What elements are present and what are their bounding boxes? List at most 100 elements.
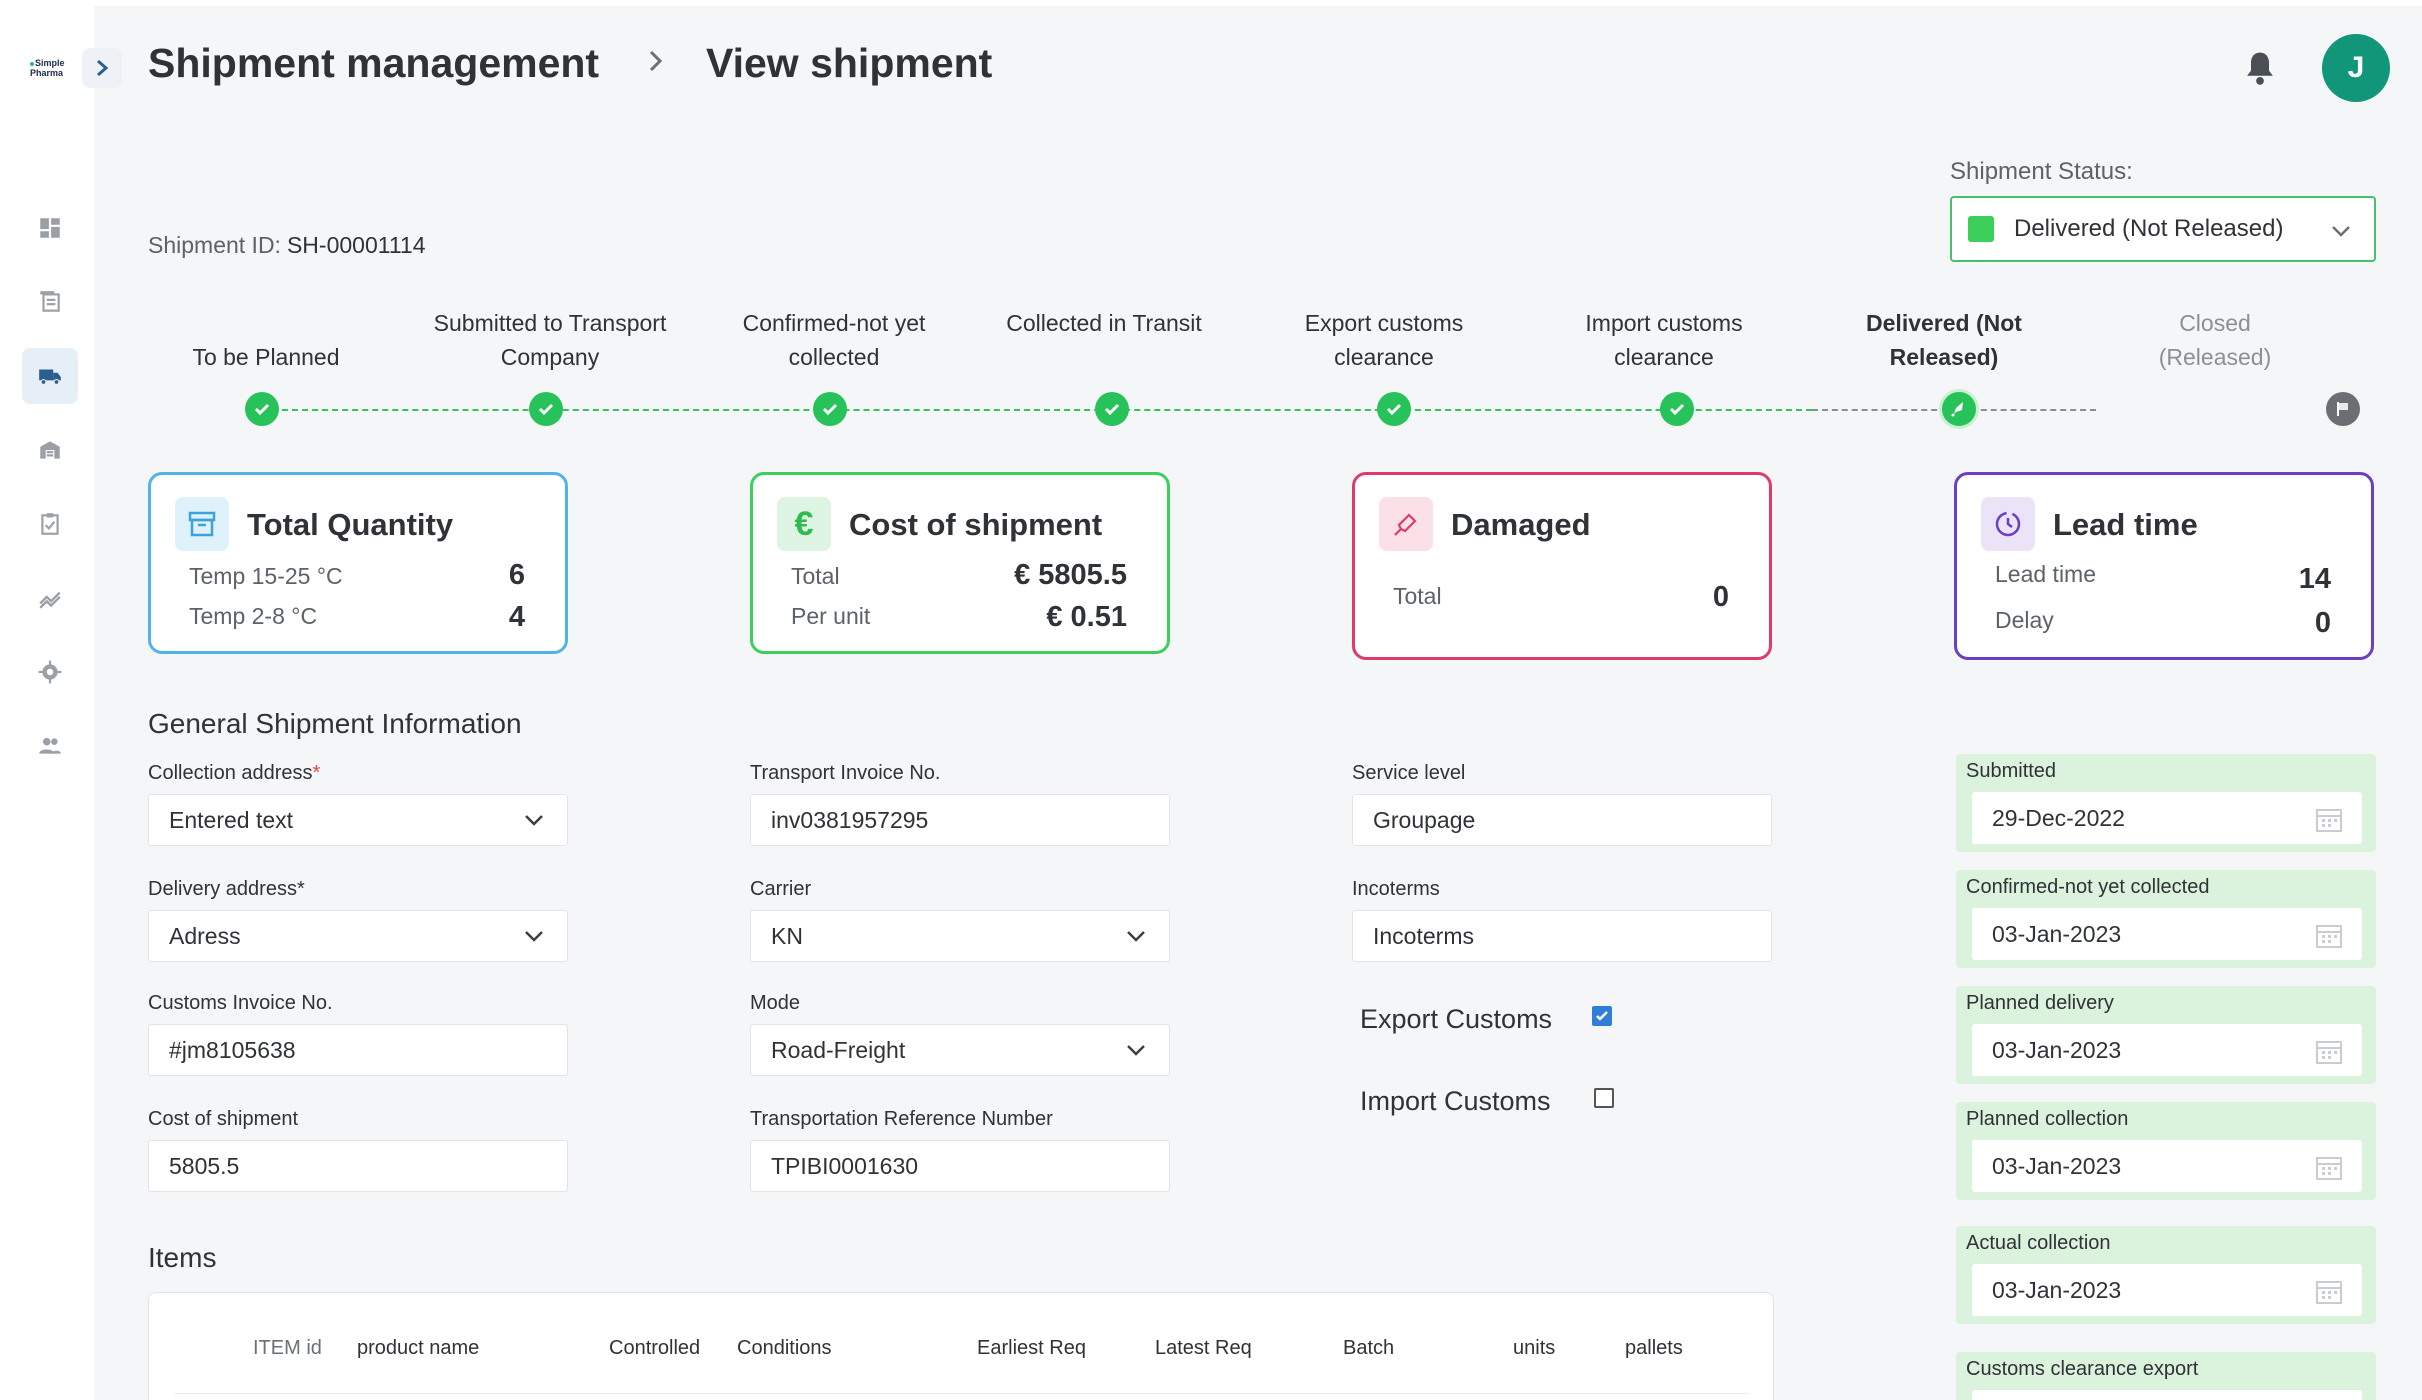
check-icon	[1596, 1011, 1608, 1021]
customs-invoice-value: #jm8105638	[169, 1036, 296, 1063]
date-value: 03-Jan-2023	[1992, 920, 2122, 947]
step-label: Submitted to Transport Company	[433, 310, 667, 370]
import-customs-label: Import Customs	[1360, 1086, 1551, 1116]
cost-of-shipment-label: Cost of shipment	[148, 1108, 299, 1130]
sidebar-item-tasks[interactable]	[22, 496, 78, 552]
date-input[interactable]: 03-Jan-2023	[1972, 1264, 2362, 1316]
step-label: Closed (Released)	[2158, 310, 2272, 370]
bell-icon[interactable]	[2244, 50, 2276, 86]
chevron-down-icon	[525, 815, 543, 826]
clock-icon	[1981, 497, 2035, 551]
calendar-icon[interactable]	[2314, 1036, 2344, 1066]
step-done-dot	[1377, 392, 1411, 426]
step-label: Import customs clearance	[1585, 310, 1743, 370]
truck-icon	[39, 369, 61, 385]
chevron-down-icon	[1127, 1045, 1145, 1056]
documents-icon	[40, 291, 60, 312]
card-row-label: Total	[1393, 583, 1442, 609]
incoterms-label: Incoterms	[1352, 878, 1440, 900]
card-title: Total Quantity	[247, 507, 454, 542]
check-icon	[1104, 403, 1120, 416]
column-header[interactable]: Earliest Req	[977, 1337, 1086, 1360]
items-title: Items	[148, 1242, 217, 1273]
calendar-icon[interactable]	[2314, 1276, 2344, 1306]
rocket-icon	[1951, 402, 1963, 417]
sidebar-item-dashboard[interactable]	[22, 200, 78, 256]
step-current-dot	[1939, 389, 1979, 429]
calendar-icon[interactable]	[2314, 1152, 2344, 1182]
delivery-address-label: Delivery address*	[148, 878, 305, 900]
avatar[interactable]: J	[2322, 34, 2390, 102]
dashboard-icon	[40, 218, 60, 238]
customs-invoice-input[interactable]: #jm8105638	[148, 1024, 568, 1076]
breadcrumb-shipment-management[interactable]: Shipment management	[148, 40, 599, 87]
expand-sidebar-button[interactable]	[82, 48, 122, 88]
column-header[interactable]: pallets	[1625, 1337, 1683, 1360]
step-done-dot	[813, 392, 847, 426]
collection-address-label-text: Collection address	[148, 762, 313, 784]
incoterms-value: Incoterms	[1373, 922, 1474, 949]
check-icon	[254, 403, 270, 416]
mode-label: Mode	[750, 992, 801, 1014]
column-header[interactable]: Latest Req	[1155, 1337, 1252, 1360]
card-row-value: € 0.51	[1046, 601, 1127, 633]
date-label: Actual collection	[1966, 1232, 2111, 1254]
date-input[interactable]	[1972, 1390, 2362, 1400]
cost-of-shipment-input[interactable]: 5805.5	[148, 1140, 568, 1192]
damaged-card: Damaged Total 0	[1352, 472, 1772, 660]
step-done-dot	[529, 392, 563, 426]
column-header[interactable]: product name	[357, 1337, 479, 1360]
sidebar-item-settings[interactable]	[22, 644, 78, 700]
card-row-label: Temp 2-8 °C	[189, 603, 318, 629]
card-row-label: Delay	[1995, 607, 2054, 633]
date-label: Confirmed-not yet collected	[1966, 876, 2210, 898]
export-customs-label: Export Customs	[1360, 1004, 1553, 1034]
column-header[interactable]: ITEM id	[253, 1337, 322, 1360]
column-header[interactable]: Controlled	[609, 1337, 700, 1360]
shipment-status-label: Shipment Status:	[1950, 158, 2133, 185]
date-input[interactable]: 03-Jan-2023	[1972, 1140, 2362, 1192]
sidebar-item-users[interactable]	[22, 718, 78, 774]
step-label: Confirmed-not yet collected	[742, 310, 926, 370]
import-customs-checkbox[interactable]	[1594, 1088, 1614, 1108]
mode-select[interactable]: Road-Freight	[750, 1024, 1170, 1076]
step-done-dot	[1095, 392, 1129, 426]
sidebar-item-shipments[interactable]	[22, 348, 78, 404]
check-icon	[1386, 403, 1402, 416]
export-customs-checkbox[interactable]	[1592, 1006, 1612, 1026]
date-confirmed: Confirmed-not yet collected 03-Jan-2023	[1956, 870, 2376, 968]
general-info-title: General Shipment Information	[148, 708, 522, 739]
incoterms-input[interactable]: Incoterms	[1352, 910, 1772, 962]
card-row-value: € 5805.5	[1014, 559, 1127, 591]
service-level-label: Service level	[1352, 762, 1466, 784]
date-input[interactable]: 29-Dec-2022	[1972, 792, 2362, 844]
sidebar-item-analytics[interactable]	[22, 570, 78, 626]
trending-icon	[39, 591, 61, 609]
customs-invoice-label: Customs Invoice No.	[148, 992, 333, 1014]
delivery-address-select[interactable]: Adress	[148, 910, 568, 962]
top-bar: Shipment management View shipment J	[94, 6, 2422, 126]
transport-invoice-label: Transport Invoice No.	[750, 762, 941, 784]
calendar-icon[interactable]	[2314, 804, 2344, 834]
flag-icon	[2337, 402, 2348, 416]
calendar-icon[interactable]	[2314, 920, 2344, 950]
status-value: Delivered (Not Released)	[2014, 215, 2284, 242]
date-actual-collection: Actual collection 03-Jan-2023	[1956, 1226, 2376, 1324]
collection-address-select[interactable]: Entered text	[148, 794, 568, 846]
date-input[interactable]: 03-Jan-2023	[1972, 1024, 2362, 1076]
column-header[interactable]: Conditions	[737, 1337, 832, 1360]
main-content: Shipment management View shipment J Ship…	[94, 6, 2422, 1400]
transport-ref-input[interactable]: TPIBI0001630	[750, 1140, 1170, 1192]
column-header[interactable]: Batch	[1343, 1337, 1394, 1360]
sidebar-item-documents[interactable]	[22, 274, 78, 330]
column-header[interactable]: units	[1513, 1337, 1555, 1360]
carrier-select[interactable]: KN	[750, 910, 1170, 962]
cost-card: € Cost of shipment Total € 5805.5 Per un…	[750, 472, 1170, 654]
date-input[interactable]: 03-Jan-2023	[1972, 908, 2362, 960]
service-level-input[interactable]: Groupage	[1352, 794, 1772, 846]
transport-ref-label: Transportation Reference Number	[750, 1108, 1053, 1130]
shipment-status-select[interactable]: Delivered (Not Released)	[1950, 196, 2376, 262]
sidebar-item-warehouse[interactable]	[22, 422, 78, 478]
app-logo[interactable]: Simple Pharma	[30, 58, 74, 80]
transport-invoice-input[interactable]: inv0381957295	[750, 794, 1170, 846]
